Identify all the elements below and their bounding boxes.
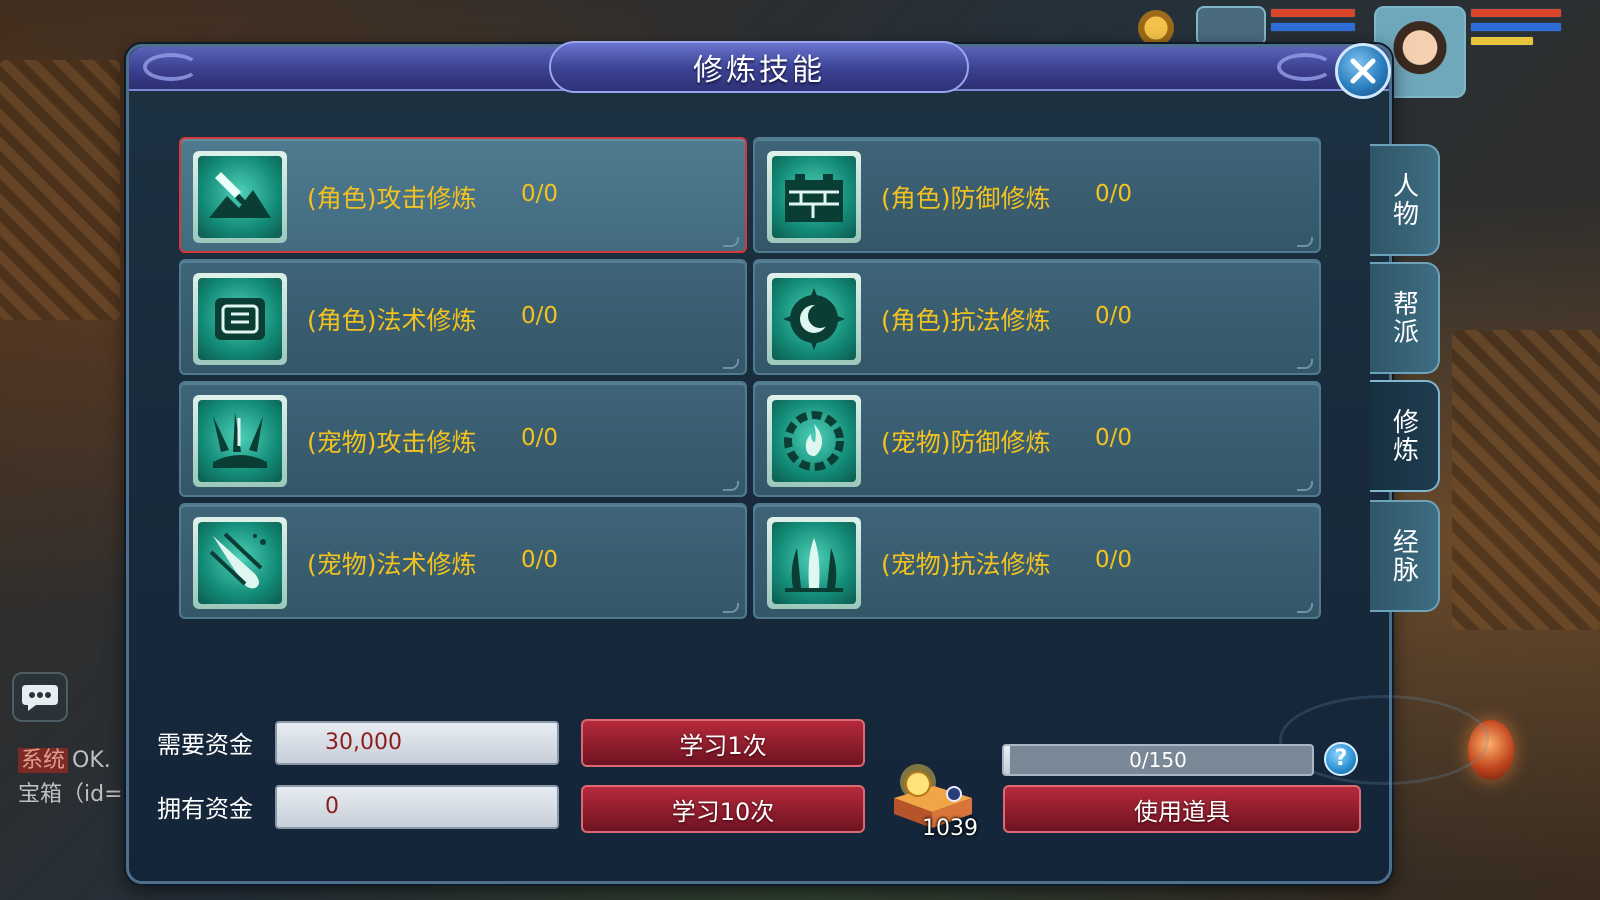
skill-card-char-attack[interactable]: (角色)攻击修炼 0/0 bbox=[179, 137, 747, 253]
flame-ring-icon bbox=[784, 411, 844, 471]
progress-text: 0/150 bbox=[1129, 748, 1187, 772]
skill-card-pet-attack[interactable]: (宠物)攻击修炼 0/0 bbox=[179, 381, 747, 497]
skill-icon-frame bbox=[193, 151, 287, 243]
fortress-wall-icon bbox=[785, 174, 843, 222]
skill-card-pet-defense[interactable]: (宠物)防御修炼 0/0 bbox=[753, 381, 1321, 497]
use-item-button[interactable]: 使用道具 bbox=[1003, 785, 1361, 833]
tab-guild[interactable]: 帮派 bbox=[1370, 262, 1440, 374]
spell-scroll-icon bbox=[215, 298, 265, 340]
title-plate: 修炼技能 bbox=[549, 41, 969, 93]
skill-name: (宠物)抗法修炼 bbox=[881, 550, 1051, 579]
claw-blades-icon bbox=[213, 412, 267, 468]
close-button[interactable] bbox=[1335, 43, 1391, 99]
chat-button[interactable] bbox=[12, 672, 68, 722]
learn-ten-button[interactable]: 学习10次 bbox=[581, 785, 865, 833]
cultivation-progress-bar: 0/150 bbox=[1002, 744, 1314, 776]
close-icon bbox=[1350, 58, 1376, 84]
skill-name: (角色)抗法修炼 bbox=[881, 306, 1051, 335]
chat-message-2: 宝箱（id= bbox=[18, 782, 123, 807]
tab-cultivation[interactable]: 修炼 bbox=[1370, 380, 1440, 492]
pet-avatar[interactable] bbox=[1138, 10, 1174, 46]
skill-level: 0/0 bbox=[1095, 303, 1133, 329]
skill-card-char-defense[interactable]: (角色)防御修炼 0/0 bbox=[753, 137, 1321, 253]
pet-status-bars bbox=[1270, 8, 1356, 36]
skill-level: 0/0 bbox=[521, 547, 559, 573]
skill-icon-frame bbox=[193, 395, 287, 487]
required-funds-label: 需要资金 bbox=[157, 731, 253, 759]
skill-icon-frame bbox=[767, 151, 861, 243]
required-funds-value: 30,000 bbox=[275, 721, 559, 765]
skill-card-pet-resist[interactable]: (宠物)抗法修炼 0/0 bbox=[753, 503, 1321, 619]
skill-icon-frame bbox=[767, 273, 861, 365]
skill-card-pet-spell[interactable]: (宠物)法术修炼 0/0 bbox=[179, 503, 747, 619]
sword-mountain-icon bbox=[209, 172, 271, 218]
chat-message-1: 系统 OK. bbox=[18, 742, 111, 774]
skill-name: (角色)法术修炼 bbox=[307, 306, 477, 335]
skill-name: (宠物)法术修炼 bbox=[307, 550, 477, 579]
skill-level: 0/0 bbox=[521, 303, 559, 329]
owned-funds-value: 0 bbox=[275, 785, 559, 829]
crescent-sun-icon bbox=[783, 288, 845, 350]
page-title: 修炼技能 bbox=[693, 53, 825, 88]
skill-name: (宠物)攻击修炼 bbox=[307, 428, 477, 457]
skill-name: (宠物)防御修炼 bbox=[881, 428, 1051, 457]
skill-name: (角色)攻击修炼 bbox=[307, 184, 477, 213]
background-roof-right bbox=[1452, 330, 1600, 630]
background-roof-left bbox=[0, 60, 120, 320]
header-swirl-right bbox=[1277, 53, 1333, 81]
skill-level: 0/0 bbox=[521, 425, 559, 451]
tab-character[interactable]: 人物 bbox=[1370, 144, 1440, 256]
learn-once-button[interactable]: 学习1次 bbox=[581, 719, 865, 767]
skill-level: 0/0 bbox=[521, 181, 559, 207]
help-button[interactable]: ? bbox=[1324, 742, 1358, 776]
skill-level: 0/0 bbox=[1095, 181, 1133, 207]
tab-meridians[interactable]: 经脉 bbox=[1370, 500, 1440, 612]
skill-icon-frame bbox=[193, 273, 287, 365]
chat-bubble-icon bbox=[22, 685, 58, 711]
owned-funds-label: 拥有资金 bbox=[157, 795, 253, 823]
header-swirl-left bbox=[143, 53, 199, 81]
skill-card-char-resist[interactable]: (角色)抗法修炼 0/0 bbox=[753, 259, 1321, 375]
chat-system-tag: 系统 bbox=[18, 748, 69, 773]
player-status-bars bbox=[1470, 8, 1562, 50]
skill-name: (角色)防御修炼 bbox=[881, 184, 1051, 213]
fountain-icon bbox=[785, 538, 843, 592]
skill-icon-frame bbox=[767, 395, 861, 487]
skill-card-char-spell[interactable]: (角色)法术修炼 0/0 bbox=[179, 259, 747, 375]
item-count: 1039 bbox=[922, 816, 978, 841]
skill-icon-frame bbox=[193, 517, 287, 609]
skill-icon-frame bbox=[767, 517, 861, 609]
skill-level: 0/0 bbox=[1095, 547, 1133, 573]
pet-portrait[interactable] bbox=[1196, 6, 1266, 46]
comet-icon bbox=[209, 532, 266, 589]
skill-level: 0/0 bbox=[1095, 425, 1133, 451]
